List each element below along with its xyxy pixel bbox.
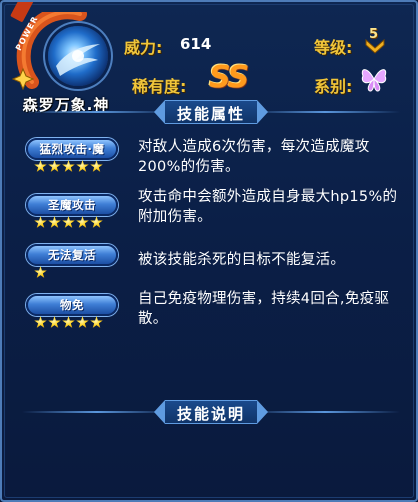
- butterfly-icon: [361, 69, 387, 92]
- effect-description: 被该技能杀死的目标不能复活。: [138, 252, 346, 268]
- rarity-value: SS: [209, 60, 249, 95]
- header-divider-left: [22, 111, 172, 113]
- star-icon: [34, 266, 47, 278]
- skill-attributes-header: 技能属性: [2, 100, 416, 124]
- star-icon: [76, 216, 89, 228]
- skill-detail-panel: POWER 森罗万象.神 威力: 614 等级: 5 稀有度: SS 系别: 技…: [0, 0, 418, 502]
- effect-description: 自己免疫物理伤害，持续4回合,免疫驱散。: [138, 291, 390, 327]
- energy-burst-icon: [56, 44, 100, 76]
- star-rating: [34, 266, 47, 280]
- effect-description: 攻击命中会额外造成自身最大hp15%的附加伤害。: [138, 189, 398, 225]
- star-icon: [90, 316, 103, 328]
- section-title: 技能说明: [176, 405, 245, 423]
- star-rating: [34, 160, 103, 174]
- header-ribbon: 技能属性: [154, 100, 268, 124]
- star-icon: [76, 316, 89, 328]
- skill-icon-area: POWER: [10, 2, 110, 96]
- effect-tag-label: 无法复活: [48, 248, 96, 262]
- effect-tag-label: 圣魔攻击: [48, 198, 96, 212]
- power-label: 威力:: [124, 38, 163, 57]
- effect-tag-label: 猛烈攻击·魔: [39, 142, 105, 156]
- star-icon: [48, 316, 61, 328]
- star-icon: [62, 316, 75, 328]
- star-icon: [76, 160, 89, 172]
- effect-description: 对敌人造成6次伤害，每次造成魔攻200%的伤害。: [138, 139, 370, 175]
- star-icon: [34, 316, 47, 328]
- effect-tag: 圣魔攻击: [26, 194, 118, 216]
- level-label: 等级:: [314, 38, 353, 57]
- star-icon: [34, 160, 47, 172]
- effect-tag-label: 物免: [60, 298, 84, 312]
- skill-portrait-icon: [48, 26, 108, 86]
- rank-star-icon: [12, 68, 34, 90]
- star-icon: [48, 160, 61, 172]
- star-icon: [90, 160, 103, 172]
- rarity-label: 稀有度:: [132, 77, 187, 96]
- section-title: 技能属性: [176, 105, 245, 123]
- effect-tag: 无法复活: [26, 244, 118, 266]
- header-divider-right: [250, 111, 400, 113]
- star-icon: [62, 160, 75, 172]
- header-ribbon: 技能说明: [154, 400, 268, 424]
- star-rating: [34, 216, 103, 230]
- star-icon: [34, 216, 47, 228]
- level-chevron-icon: 5: [364, 27, 386, 58]
- star-icon: [62, 216, 75, 228]
- star-icon: [48, 216, 61, 228]
- effect-tag: 物免: [26, 294, 118, 316]
- header-divider-left: [22, 411, 172, 413]
- element-label: 系别:: [314, 77, 353, 96]
- effect-tag: 猛烈攻击·魔: [26, 138, 118, 160]
- skill-description-header: 技能说明: [2, 400, 416, 424]
- power-value: 614: [180, 35, 212, 53]
- star-icon: [90, 216, 103, 228]
- header-divider-right: [250, 411, 400, 413]
- star-rating: [34, 316, 103, 330]
- level-value: 5: [369, 27, 379, 42]
